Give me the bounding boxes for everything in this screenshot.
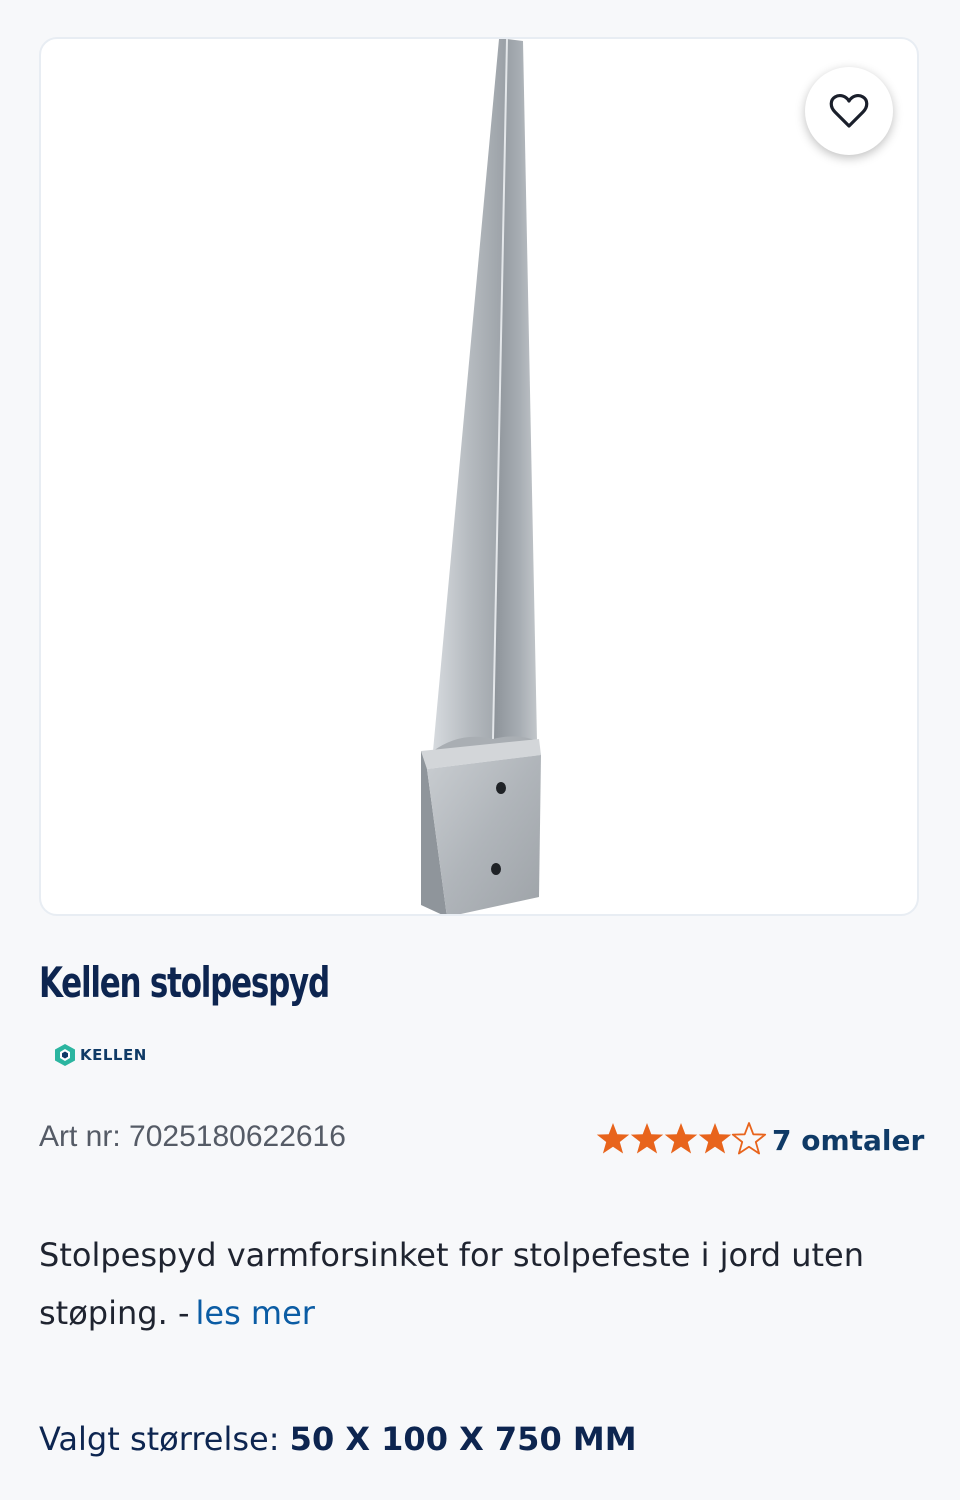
favorite-button[interactable] [805,67,893,155]
brand-logo[interactable]: KELLEN [54,1043,147,1067]
article-number: Art nr: 7025180622616 [39,1120,346,1154]
description-text: Stolpespyd varmforsinket for stolpefeste… [39,1236,864,1332]
product-description: Stolpespyd varmforsinket for stolpefeste… [39,1226,919,1342]
star-icon [664,1123,698,1154]
selected-size-label: Valgt størrelse: [39,1420,280,1458]
product-title: Kellen stolpespyd [39,958,330,1007]
article-number-value: 7025180622616 [129,1120,346,1153]
star-icon [630,1123,664,1154]
star-icon [596,1123,630,1154]
selected-size-value: 50 X 100 X 750 MM [289,1420,637,1458]
heart-outline-icon [829,94,869,128]
article-number-label: Art nr: [39,1120,121,1153]
star-icon [731,1122,767,1155]
reviews-link[interactable]: 7 omtaler [772,1124,924,1157]
selected-size: Valgt størrelse: 50 X 100 X 750 MM [39,1420,637,1458]
rating-stars [596,1122,767,1155]
brand-name: KELLEN [80,1046,147,1064]
star-icon [698,1123,732,1154]
product-image[interactable] [41,39,919,916]
product-image-card [39,37,919,916]
read-more-link[interactable]: les mer [195,1294,314,1332]
hexagon-logo-icon [55,1044,75,1066]
rating[interactable]: 7 omtaler [596,1122,924,1158]
